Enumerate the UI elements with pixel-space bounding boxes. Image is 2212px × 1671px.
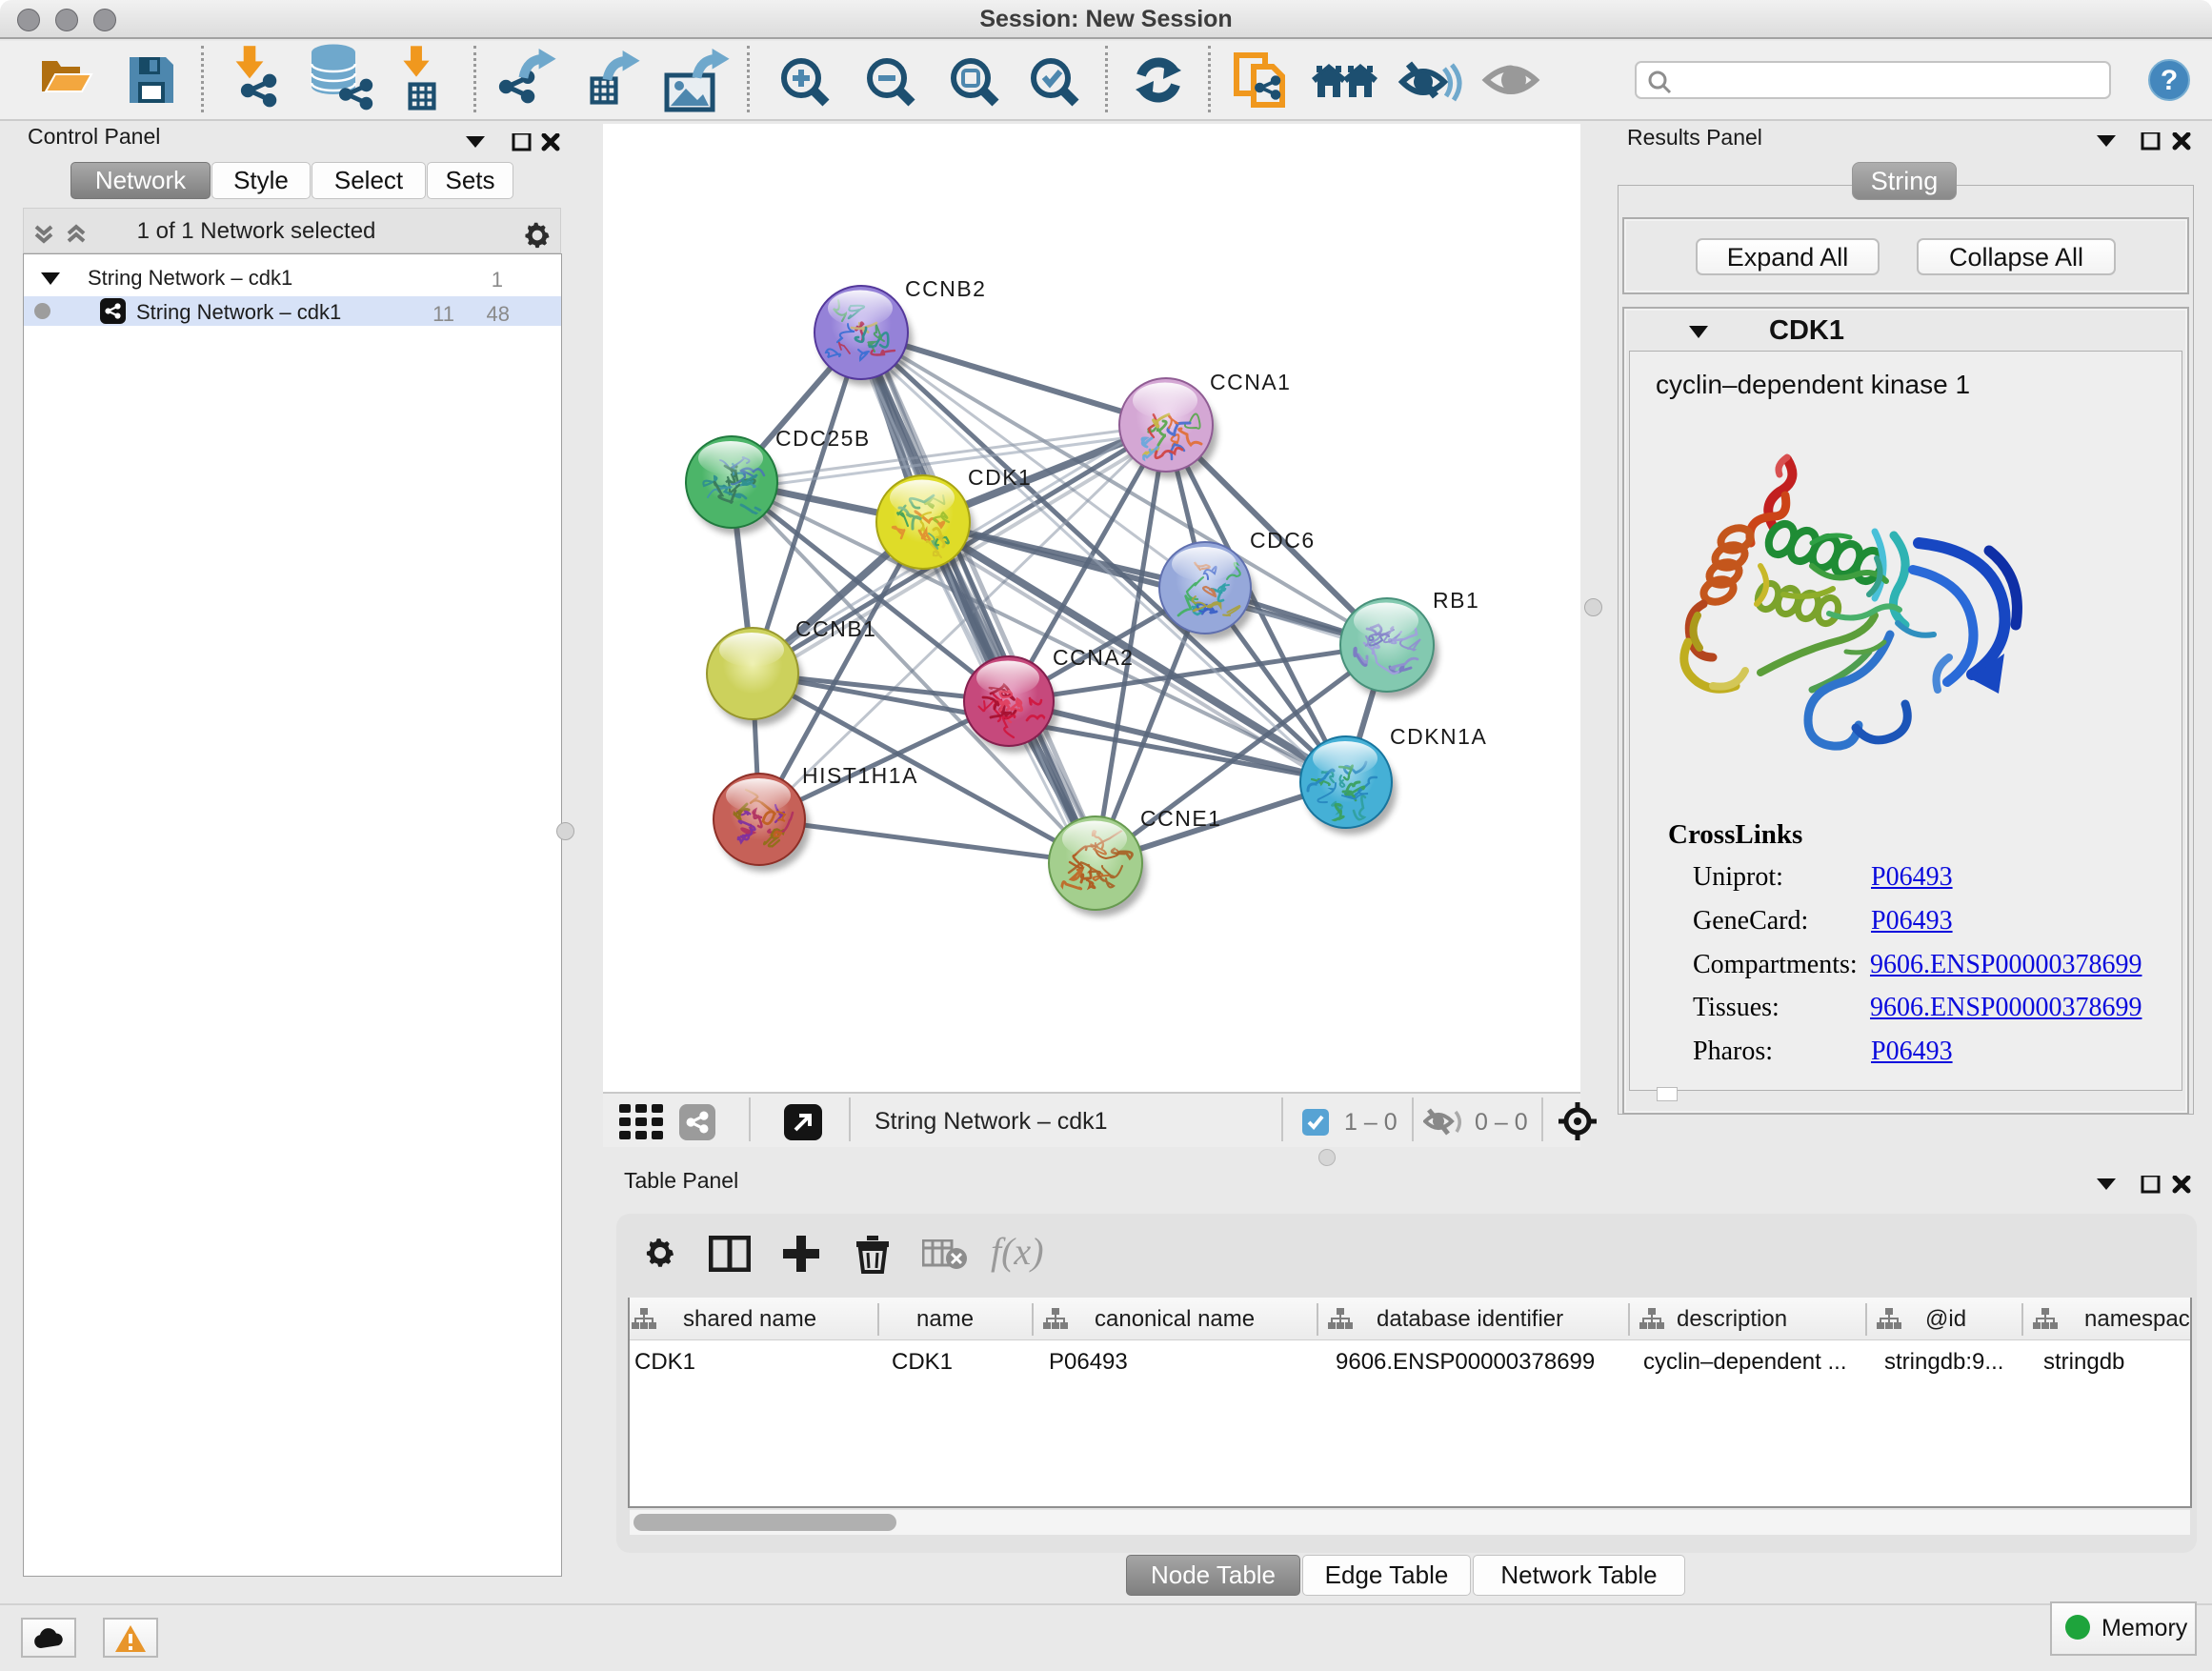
svg-text:CCNA2: CCNA2 — [1053, 645, 1134, 670]
svg-text:CDK1: CDK1 — [968, 465, 1032, 490]
svg-text:CDC25B: CDC25B — [775, 426, 871, 451]
svg-text:CDC6: CDC6 — [1250, 528, 1316, 553]
svg-text:HIST1H1A: HIST1H1A — [802, 763, 918, 788]
svg-text:CCNB2: CCNB2 — [905, 276, 986, 301]
svg-text:CCNA1: CCNA1 — [1210, 370, 1291, 394]
svg-text:CCNE1: CCNE1 — [1140, 806, 1221, 831]
svg-text:CDKN1A: CDKN1A — [1390, 724, 1487, 749]
svg-text:RB1: RB1 — [1433, 588, 1479, 613]
svg-text:CCNB1: CCNB1 — [795, 616, 876, 641]
